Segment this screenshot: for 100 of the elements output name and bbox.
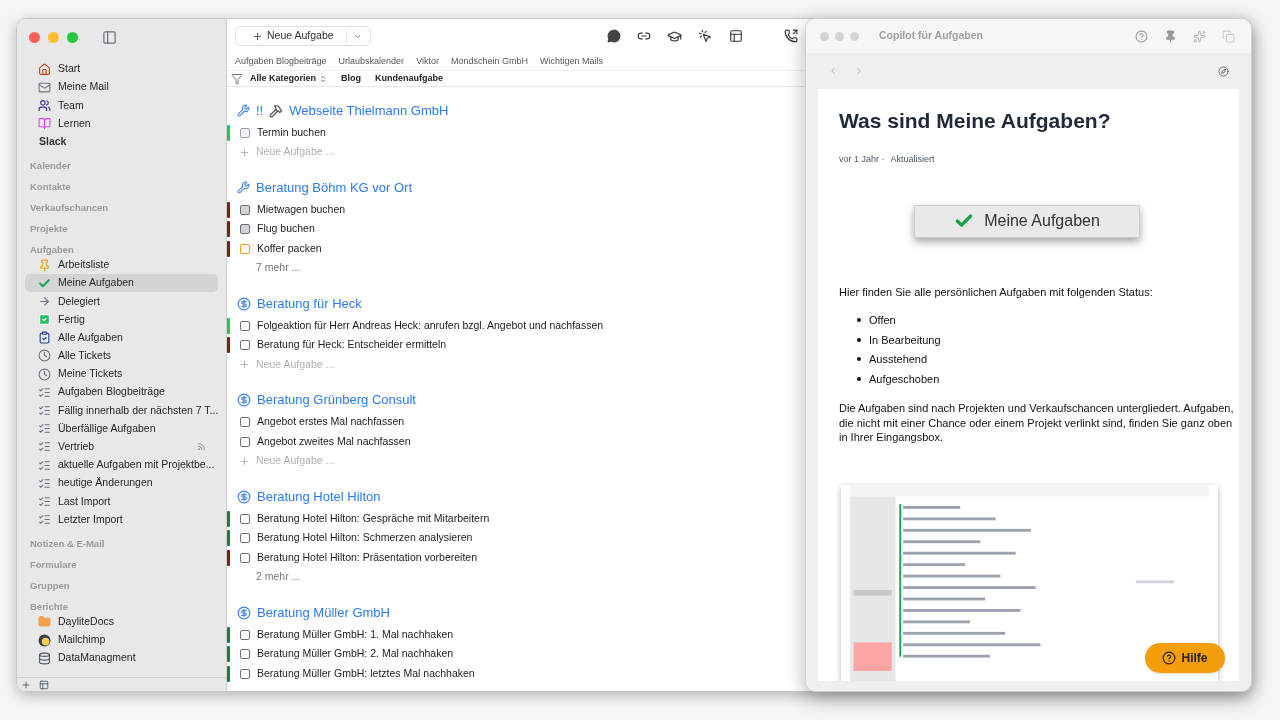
favorite-link[interactable]: Wichtigen Mails: [540, 54, 604, 69]
checkbox[interactable]: [240, 340, 250, 351]
filter-tag[interactable]: Kundenaufgabe: [375, 71, 444, 86]
sidebar-item[interactable]: Delegiert: [25, 292, 218, 311]
sidebar-item[interactable]: DayliteDocs: [25, 612, 218, 631]
books-icon: [38, 117, 51, 131]
calendar-icon[interactable]: [39, 679, 49, 690]
task-title[interactable]: Beratung für Heck: Entscheider ermitteln: [257, 337, 447, 354]
sidebar-item[interactable]: Fällig innerhalb der nächsten 7 T...: [25, 401, 218, 420]
sidebar-item[interactable]: Meine Mail: [25, 78, 218, 97]
close-button[interactable]: [29, 31, 40, 43]
sidebar-item[interactable]: Start: [25, 60, 218, 79]
graduation-cap-icon[interactable]: [667, 28, 682, 44]
favorite-link[interactable]: Urlaubskalender: [338, 54, 405, 69]
article-date: vor 1 Jahr ·: [839, 152, 885, 166]
new-task-button[interactable]: Neue Aufgabe: [235, 26, 371, 46]
sidebar-item[interactable]: Slack: [25, 132, 218, 151]
checkbox[interactable]: [240, 436, 250, 447]
checkbox[interactable]: [240, 224, 250, 235]
sidebar-item[interactable]: Last Import: [25, 492, 218, 511]
checkbox-icon: [38, 313, 51, 327]
checkbox[interactable]: [240, 668, 250, 679]
checkmark-icon: [38, 276, 51, 290]
sidebar-item[interactable]: heutige Änderungen: [25, 474, 218, 493]
task-title[interactable]: Angebot zweites Mal nachfassen: [257, 433, 411, 450]
dollar-icon: [237, 393, 251, 407]
sidebar-item[interactable]: Aufgaben Blogbeiträge: [25, 383, 218, 402]
sidebar-item[interactable]: DataManagment: [25, 649, 218, 668]
checkbox[interactable]: [240, 320, 250, 331]
sidebar-item[interactable]: Meine Tickets: [25, 365, 218, 384]
sidebar-toggle-icon[interactable]: [102, 29, 117, 45]
sidebar-item[interactable]: Alle Aufgaben: [25, 328, 218, 347]
dollar-icon: [237, 296, 251, 311]
checklist-icon: [38, 494, 51, 508]
checkbox[interactable]: [240, 552, 250, 563]
help-button[interactable]: Hilfe: [1145, 643, 1225, 673]
category-dropdown[interactable]: Alle Kategorien: [250, 71, 327, 86]
pin-icon[interactable]: [1164, 29, 1177, 43]
task-title[interactable]: Folgeaktion für Herr Andreas Heck: anrufen bzgl. Angebot und nachfassen: [257, 317, 604, 334]
group-title[interactable]: Beratung Müller GmbH: [257, 602, 390, 623]
checkbox[interactable]: [240, 629, 250, 640]
checkbox[interactable]: [240, 649, 250, 660]
chimp-icon: [38, 633, 51, 647]
tool-icon: [237, 181, 250, 194]
sidebar-item[interactable]: Fertig: [25, 310, 218, 329]
sidebar-item[interactable]: Meine Aufgaben: [25, 274, 218, 293]
article-heading: Was sind Meine Aufgaben?: [839, 108, 1112, 134]
status-item: In Bearbeitung: [869, 332, 941, 348]
sidebar-item[interactable]: Lernen: [25, 114, 218, 133]
more-link[interactable]: 7 mehr ...: [256, 260, 301, 277]
add-icon[interactable]: [21, 679, 31, 690]
task-title[interactable]: Beratung Hotel Hilton: Schmerzen analysieren: [257, 530, 473, 547]
more-link[interactable]: 2 mehr ...: [256, 569, 301, 586]
filter-icon[interactable]: [231, 72, 243, 85]
checkbox[interactable]: [240, 417, 250, 428]
task-title[interactable]: Termin buchen: [257, 124, 326, 141]
checkbox[interactable]: [240, 513, 250, 524]
checkbox[interactable]: [240, 533, 250, 544]
sidebar-item[interactable]: Vertrieb: [25, 437, 218, 456]
sidebar-item[interactable]: Mailchimp: [25, 630, 218, 650]
status-item: Aufgeschoben: [869, 371, 940, 387]
checkbox[interactable]: [240, 204, 250, 215]
people-icon: [38, 98, 51, 112]
favorite-link[interactable]: Viktor: [416, 54, 439, 69]
group-title[interactable]: Beratung Böhm KG vor Ort: [256, 177, 413, 198]
group-title[interactable]: Beratung Grünberg Consult: [257, 390, 416, 410]
layout-icon[interactable]: [728, 29, 744, 43]
group-title[interactable]: Beratung für Heck: [257, 293, 362, 314]
sidebar-item[interactable]: Team: [25, 96, 218, 115]
chat-icon[interactable]: [607, 29, 621, 43]
priority-label: !!: [256, 101, 264, 120]
sidebar-item[interactable]: Alle Tickets: [25, 346, 218, 366]
help-icon[interactable]: [1135, 29, 1148, 43]
task-title[interactable]: Beratung Hotel Hilton: Gespräche mit Mitarbeitern: [257, 510, 490, 527]
group-title[interactable]: Beratung Hotel Hilton: [257, 486, 381, 507]
task-title[interactable]: Mietwagen buchen: [257, 201, 346, 218]
task-title[interactable]: Beratung Müller GmbH: 2. Mal nachhaken: [257, 646, 454, 663]
checklist-icon: [38, 513, 51, 527]
task-title[interactable]: Beratung Hotel Hilton: Präsentation vorbereiten: [257, 549, 478, 566]
task-title[interactable]: Flug buchen: [257, 221, 315, 238]
phone-icon[interactable]: [784, 29, 798, 43]
link-icon[interactable]: [637, 29, 651, 43]
sidebar-item[interactable]: Letzter Import: [25, 510, 218, 529]
filter-tag[interactable]: Blog: [341, 71, 361, 86]
sidebar-item[interactable]: aktuelle Aufgaben mit Projektbe...: [25, 456, 218, 475]
favorite-link[interactable]: Mondschein GmbH: [450, 54, 528, 69]
sidebar-item[interactable]: Arbeitsliste: [25, 255, 218, 275]
checklist-icon: [38, 476, 51, 490]
checkbox[interactable]: [240, 243, 250, 254]
click-icon[interactable]: [698, 29, 712, 43]
task-title[interactable]: Beratung Müller GmbH: letztes Mal nachhaken: [257, 665, 475, 682]
appointment-checkbox[interactable]: [240, 127, 250, 138]
task-title[interactable]: Beratung Müller GmbH: 1. Mal nachhaken: [257, 626, 454, 643]
plus-icon: [239, 359, 250, 371]
group-title[interactable]: Webseite Thielmann GmbH: [289, 100, 449, 121]
favorite-link[interactable]: Aufgaben Blogbeiträge: [235, 54, 327, 69]
compass-icon[interactable]: [1218, 65, 1229, 77]
task-title[interactable]: Angebot erstes Mal nachfassen: [257, 414, 405, 431]
sidebar-item[interactable]: Überfällige Aufgaben: [25, 419, 218, 438]
task-title[interactable]: Koffer packen: [257, 240, 322, 257]
